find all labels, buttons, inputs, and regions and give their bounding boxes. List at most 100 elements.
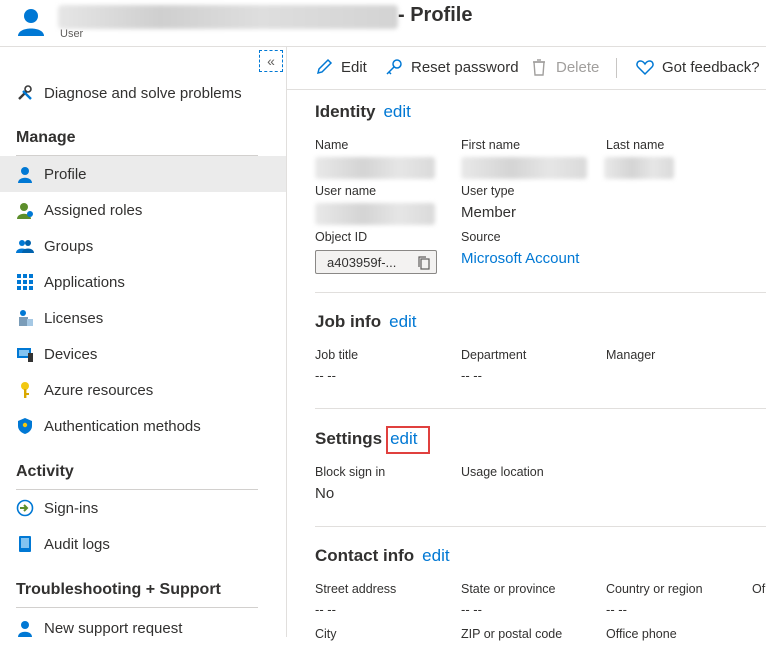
sidebar-item-groups[interactable]: Groups [0, 228, 286, 264]
job-title-label: Job title [315, 348, 359, 362]
sidebar-item-licenses[interactable]: Licenses [0, 300, 286, 336]
wrench-icon [16, 84, 34, 102]
sidebar-item-sign-ins[interactable]: Sign-ins [0, 490, 286, 526]
shield-icon [16, 417, 34, 435]
country-value: -- -- [606, 602, 627, 617]
page-title: - Profile [398, 4, 473, 26]
sidebar-item-label: Groups [44, 237, 94, 255]
object-id-value: a403959f-... [327, 254, 397, 270]
edit-button[interactable]: Edit [315, 58, 367, 76]
sidebar-item-label: Authentication methods [44, 417, 201, 435]
devices-icon [16, 345, 34, 363]
page-header: - Profile User [0, 0, 766, 47]
state-value: -- -- [461, 602, 482, 617]
sidebar-item-assigned-roles[interactable]: Assigned roles [0, 192, 286, 228]
settings-heading: Settings [315, 429, 383, 448]
sidebar-item-label: Applications [44, 273, 125, 291]
job-info-section: Job info edit [315, 312, 417, 332]
sidebar-item-label: Devices [44, 345, 98, 363]
copy-icon[interactable] [418, 256, 430, 273]
key-outline-icon [385, 58, 403, 76]
section-heading-activity: Activity [16, 463, 74, 480]
street-address-label: Street address [315, 582, 397, 596]
pencil-icon [315, 58, 333, 76]
last-name-label: Last name [606, 138, 665, 152]
zip-label: ZIP or postal code [461, 627, 563, 641]
section-divider [315, 292, 766, 293]
sidebar-item-label: Licenses [44, 309, 104, 327]
object-id-label: Object ID [315, 230, 368, 244]
sidebar-item-devices[interactable]: Devices [0, 336, 286, 372]
contact-info-edit-link[interactable]: edit [422, 546, 449, 565]
identity-edit-link[interactable]: edit [383, 102, 410, 121]
country-label: Country or region [606, 582, 703, 596]
user-icon [16, 165, 34, 183]
office-phone-label: Office phone [606, 627, 677, 641]
sidebar-item-label: Profile [44, 165, 87, 183]
street-value: -- -- [315, 602, 336, 617]
applications-grid-icon [16, 273, 34, 291]
sidebar-item-label: Sign-ins [44, 499, 99, 517]
heart-icon [636, 58, 654, 76]
collapse-sidebar-button[interactable]: « [259, 50, 283, 72]
city-label: City [315, 627, 337, 641]
contact-info-section: Contact info edit [315, 546, 450, 566]
sidebar-item-label: Assigned roles [44, 201, 143, 219]
job-info-heading: Job info [315, 312, 382, 331]
key-icon [16, 381, 34, 399]
reset-password-button[interactable]: Reset password [385, 58, 519, 76]
sign-in-icon [16, 499, 34, 517]
section-divider [315, 408, 766, 409]
trash-icon [530, 58, 548, 76]
section-heading-troubleshooting: Troubleshooting + Support [16, 581, 221, 598]
sidebar-item-profile[interactable]: Profile [0, 156, 286, 192]
department-label: Department [461, 348, 527, 362]
redacted-user-name [58, 5, 398, 29]
audit-log-icon [16, 535, 34, 553]
state-label: State or province [461, 582, 556, 596]
sidebar-item-label: Diagnose and solve problems [44, 84, 242, 102]
user-type-label: User type [461, 184, 515, 198]
delete-label: Delete [556, 58, 600, 76]
delete-button[interactable]: Delete [530, 58, 599, 76]
section-divider [16, 607, 258, 608]
user-name-label: User name [315, 184, 377, 198]
licenses-icon [16, 309, 34, 327]
redacted-user-name-value [315, 203, 435, 225]
manager-label: Manager [606, 348, 656, 362]
source-link[interactable]: Microsoft Account [461, 250, 579, 267]
redacted-last-name-value [604, 157, 674, 179]
office-label-truncated: Of [752, 582, 766, 596]
sidebar-item-audit-logs[interactable]: Audit logs [0, 526, 286, 562]
sidebar-item-new-support-request[interactable]: New support request [0, 610, 286, 646]
user-type-value: Member [461, 204, 517, 221]
toolbar-separator [616, 58, 617, 78]
support-person-icon [16, 619, 34, 637]
sidebar-item-label: Azure resources [44, 381, 154, 399]
page-subtitle: User [60, 28, 84, 40]
name-label: Name [315, 138, 349, 152]
groups-icon [16, 237, 34, 255]
sidebar-item-label: New support request [44, 619, 183, 637]
sidebar-item-label: Audit logs [44, 535, 110, 553]
highlight-box [386, 426, 430, 454]
sidebar-item-azure-resources[interactable]: Azure resources [0, 372, 286, 408]
redacted-name-value [315, 157, 435, 179]
user-role-icon [16, 201, 34, 219]
user-avatar-icon [18, 9, 44, 36]
department-value: -- -- [461, 368, 482, 383]
section-divider [315, 526, 766, 527]
contact-info-heading: Contact info [315, 546, 415, 565]
section-heading-manage: Manage [16, 129, 76, 146]
redacted-first-name-value [461, 157, 587, 179]
sidebar-item-authentication-methods[interactable]: Authentication methods [0, 408, 286, 444]
feedback-button[interactable]: Got feedback? [636, 58, 760, 76]
reset-password-label: Reset password [411, 58, 519, 76]
usage-location-label: Usage location [461, 465, 544, 479]
object-id-field[interactable]: a403959f-... [315, 250, 437, 274]
source-label: Source [461, 230, 501, 244]
sidebar-item-diagnose[interactable]: Diagnose and solve problems [0, 75, 286, 111]
block-sign-in-value: No [315, 485, 335, 502]
sidebar-item-applications[interactable]: Applications [0, 264, 286, 300]
job-info-edit-link[interactable]: edit [389, 312, 416, 331]
